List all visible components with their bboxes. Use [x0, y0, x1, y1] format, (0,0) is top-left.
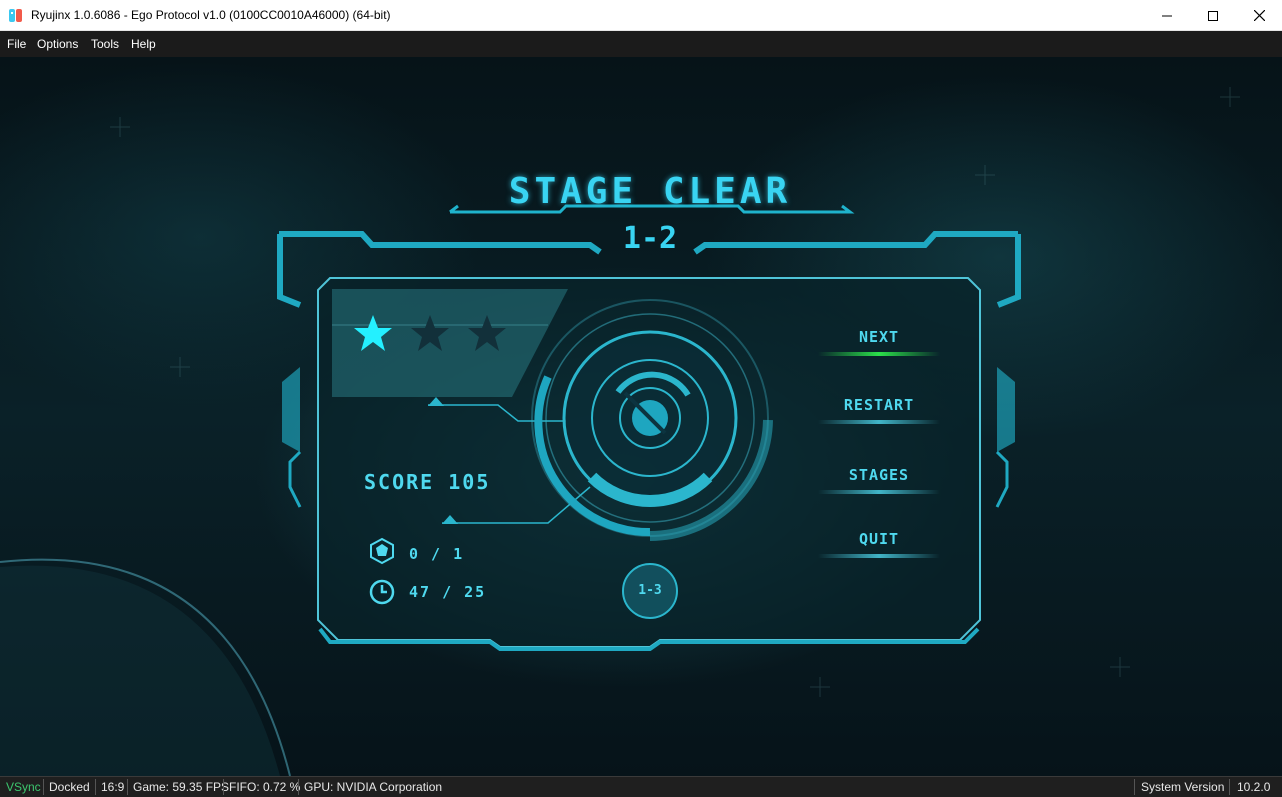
stages-button-label: STAGES: [848, 466, 910, 484]
maximize-icon: [1208, 10, 1218, 21]
menu-options[interactable]: Options: [37, 37, 78, 51]
stage-level-label: 1-2: [622, 221, 678, 256]
selected-indicator: [818, 352, 940, 356]
next-button[interactable]: NEXT: [818, 322, 940, 362]
star-empty-icon: [468, 315, 506, 351]
next-level-label: 1-3: [638, 583, 662, 598]
collectible-icon: [370, 537, 394, 565]
dock-status[interactable]: Docked: [49, 780, 90, 794]
next-button-label: NEXT: [858, 328, 900, 346]
status-divider: [95, 779, 96, 795]
score-label: SCORE 105: [364, 470, 491, 494]
minimize-button[interactable]: [1144, 0, 1190, 31]
vsync-status[interactable]: VSync: [6, 780, 41, 794]
system-version-label: System Version: [1141, 780, 1225, 794]
menu-bar: File Options Tools Help: [0, 31, 1282, 57]
restart-button[interactable]: RESTART: [818, 390, 940, 430]
aspect-ratio-status[interactable]: 16:9: [101, 780, 124, 794]
ryujinx-logo-icon: [9, 9, 22, 22]
fifo-status: FIFO: 0.72 %: [229, 780, 301, 794]
quit-button-label: QUIT: [858, 530, 900, 548]
system-version-value: 10.2.0: [1237, 780, 1271, 794]
minimize-icon: [1162, 15, 1172, 16]
maximize-button[interactable]: [1190, 0, 1236, 31]
restart-button-label: RESTART: [843, 396, 915, 414]
stage-clear-title: STAGE CLEAR: [508, 171, 792, 212]
status-divider: [223, 779, 224, 795]
status-divider: [298, 779, 299, 795]
button-underline: [818, 554, 940, 558]
star-earned-icon: [354, 315, 392, 351]
menu-help[interactable]: Help: [131, 37, 156, 51]
window-title: Ryujinx 1.0.6086 - Ego Protocol v1.0 (01…: [31, 8, 391, 22]
status-divider: [43, 779, 44, 795]
status-divider: [127, 779, 128, 795]
next-level-badge: 1-3: [622, 563, 678, 619]
time-result: 47 / 25: [409, 583, 487, 601]
collectibles-count: 0 / 1: [409, 545, 465, 563]
game-viewport[interactable]: STAGE CLEAR 1-2 SCORE 105 0 / 1 47 / 25 …: [0, 57, 1282, 776]
menu-file[interactable]: File: [7, 37, 26, 51]
stages-button[interactable]: STAGES: [818, 460, 940, 500]
star-rating: [354, 315, 506, 351]
status-divider: [1229, 779, 1230, 795]
button-underline: [818, 490, 940, 494]
panel-frame-graphic: [0, 87, 1240, 776]
status-divider: [1134, 779, 1135, 795]
game-fps-status: Game: 59.35 FPS: [133, 780, 230, 794]
close-button[interactable]: [1236, 0, 1282, 31]
clock-icon: [369, 579, 395, 605]
gpu-status: GPU: NVIDIA Corporation: [304, 780, 443, 794]
title-bar: Ryujinx 1.0.6086 - Ego Protocol v1.0 (01…: [0, 0, 1282, 31]
status-bar: VSync Docked 16:9 Game: 59.35 FPS FIFO: …: [0, 776, 1282, 797]
menu-tools[interactable]: Tools: [91, 37, 119, 51]
button-underline: [818, 420, 940, 424]
star-empty-icon: [411, 315, 449, 351]
quit-button[interactable]: QUIT: [818, 524, 940, 564]
close-icon: [1253, 10, 1265, 21]
